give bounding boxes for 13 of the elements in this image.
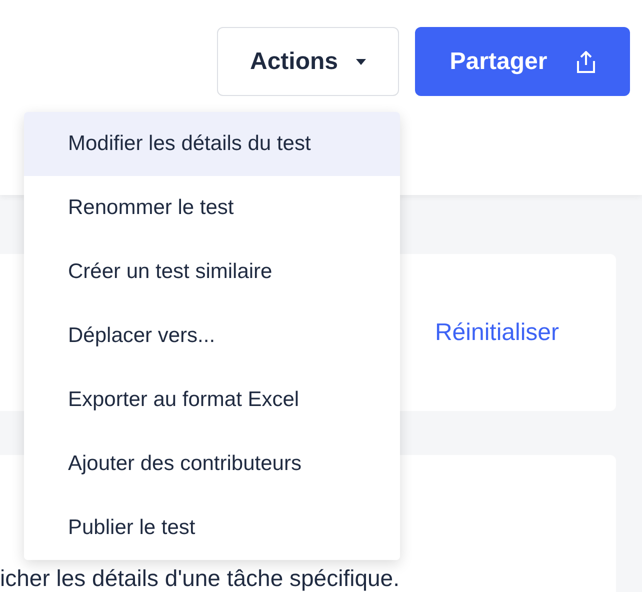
reset-link[interactable]: Réinitialiser — [434, 318, 559, 346]
menu-item[interactable]: Déplacer vers... — [24, 304, 400, 368]
menu-item[interactable]: Modifier les détails du test — [24, 112, 400, 176]
menu-item[interactable]: Renommer le test — [24, 176, 400, 240]
menu-item[interactable]: Exporter au format Excel — [24, 368, 400, 432]
actions-button[interactable]: Actions — [217, 27, 399, 96]
caret-icon — [356, 58, 366, 64]
menu-item[interactable]: Ajouter des contributeurs — [24, 432, 400, 496]
menu-item[interactable]: Publier le test — [24, 496, 400, 560]
task-description: icher les détails d'une tâche spécifique. — [0, 566, 400, 590]
menu-item[interactable]: Créer un test similaire — [24, 240, 400, 304]
share-icon — [577, 50, 596, 72]
share-button[interactable]: Partager — [415, 27, 630, 96]
